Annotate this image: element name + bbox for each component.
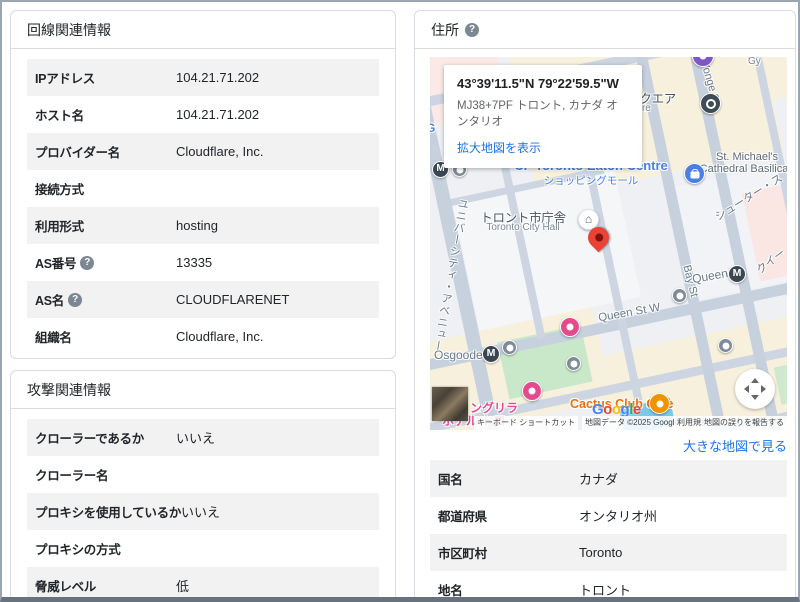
metro-station-icon[interactable]: M <box>728 265 746 283</box>
address-title: 住所 <box>431 20 459 40</box>
row-value: Cloudflare, Inc. <box>176 329 263 344</box>
row-label: 国名 <box>438 469 579 488</box>
map-label-g-fragment: G <box>430 121 435 135</box>
row-value: CLOUDFLARENET <box>176 292 289 307</box>
table-row: IPアドレス 104.21.71.202 <box>27 59 379 96</box>
row-label: AS番号? <box>35 253 176 272</box>
map-attribution-bar: キーボード ショートカット 地図データ ©2025 Google 利用規約 地図… <box>430 416 787 430</box>
row-label: 接続方式 <box>35 179 176 198</box>
line-info-card-body: IPアドレス 104.21.71.202 ホスト名 104.21.71.202 … <box>11 49 395 355</box>
table-row: 地名 トロント <box>430 571 787 602</box>
table-row: 脅威レベル 低 <box>27 567 379 602</box>
restaurant-pin-icon[interactable] <box>649 393 670 414</box>
row-label: IPアドレス <box>35 68 176 87</box>
table-row: プロバイダー名 Cloudflare, Inc. <box>27 133 379 170</box>
table-row: ホスト名 104.21.71.202 <box>27 96 379 133</box>
row-value: 104.21.71.202 <box>176 70 259 85</box>
row-value: 13335 <box>176 255 212 270</box>
row-label: クローラー名 <box>35 465 176 484</box>
row-value: 低 <box>176 576 189 595</box>
row-label: 地名 <box>438 580 579 599</box>
table-row: プロキシを使用しているか いいえ <box>27 493 379 530</box>
row-value: Cloudflare, Inc. <box>176 144 263 159</box>
table-row: 組織名 Cloudflare, Inc. <box>27 318 379 355</box>
pan-control[interactable] <box>735 369 775 409</box>
attack-info-card: 攻撃関連情報 クローラーであるか いいえ クローラー名 プロキシを使用しているか… <box>10 370 396 602</box>
map-data-attribution: 地図データ ©2025 Google <box>582 416 682 430</box>
row-label: クローラーであるか <box>35 428 176 447</box>
row-value: いいえ <box>176 428 215 447</box>
row-label: 組織名 <box>35 327 176 346</box>
map-label-city-hall-en[interactable]: Toronto City Hall <box>458 222 588 233</box>
pan-down-icon[interactable] <box>751 395 759 404</box>
report-map-error-link[interactable]: 地図の誤りを報告する <box>701 416 787 430</box>
row-value: オンタリオ州 <box>579 506 657 525</box>
row-value: いいえ <box>181 502 220 521</box>
ip-lookup-page: 回線関連情報 IPアドレス 104.21.71.202 ホスト名 104.21.… <box>0 0 800 602</box>
map-label-st-michaels-1[interactable]: St. Michael's <box>702 151 787 163</box>
view-larger-map-link[interactable]: 大きな地図で見る <box>430 430 787 459</box>
table-row: 利用形式 hosting <box>27 207 379 244</box>
row-label: プロキシを使用しているか <box>35 502 181 521</box>
subway-entrance-icon[interactable] <box>700 93 721 114</box>
table-row: 市区町村 Toronto <box>430 534 787 571</box>
row-value: Toronto <box>579 545 622 560</box>
pan-right-icon[interactable] <box>761 385 770 393</box>
row-label: プロバイダー名 <box>35 142 176 161</box>
table-row: クローラー名 <box>27 456 379 493</box>
table-row: プロキシの方式 <box>27 530 379 567</box>
help-icon[interactable]: ? <box>80 256 94 270</box>
line-info-card-header: 回線関連情報 <box>11 11 395 49</box>
address-card-body: Little Canada 牛 Gy サンコファ・スクエア Sankofa Sq… <box>415 57 795 602</box>
row-label: ホスト名 <box>35 105 176 124</box>
transit-stop-icon[interactable] <box>718 338 733 353</box>
row-value: カナダ <box>579 469 618 488</box>
table-row: 国名 カナダ <box>430 460 787 497</box>
help-icon[interactable]: ? <box>465 23 479 37</box>
hotel-pin-icon[interactable] <box>522 381 542 401</box>
transit-stop-icon[interactable] <box>566 356 581 371</box>
map-info-card: 43°39'11.5"N 79°22'59.5"W MJ38+7PF トロント,… <box>444 65 642 168</box>
line-info-card: 回線関連情報 IPアドレス 104.21.71.202 ホスト名 104.21.… <box>10 10 396 359</box>
row-label: 都道府県 <box>438 506 579 525</box>
help-icon[interactable]: ? <box>68 293 82 307</box>
coordinates-text: 43°39'11.5"N 79°22'59.5"W <box>457 76 629 91</box>
table-row: AS番号? 13335 <box>27 244 379 281</box>
enlarge-map-link[interactable]: 拡大地図を表示 <box>457 139 541 156</box>
attack-info-card-header: 攻撃関連情報 <box>11 371 395 409</box>
table-row: 都道府県 オンタリオ州 <box>430 497 787 534</box>
attack-info-card-body: クローラーであるか いいえ クローラー名 プロキシを使用しているか いいえ プロ… <box>11 409 395 602</box>
hotel-pin-icon[interactable] <box>560 317 580 337</box>
shopping-pin-icon[interactable] <box>684 163 705 184</box>
metro-station-icon[interactable]: M <box>482 345 500 363</box>
transit-stop-icon[interactable] <box>502 340 517 355</box>
address-card-header: 住所 ? <box>415 11 795 49</box>
row-label: 脅威レベル <box>35 576 176 595</box>
plus-code-address: MJ38+7PF トロント, カナダ オンタリオ <box>457 98 625 130</box>
attack-info-title: 攻撃関連情報 <box>27 380 111 400</box>
row-label: 利用形式 <box>35 216 176 235</box>
pan-up-icon[interactable] <box>751 374 759 383</box>
transit-stop-icon[interactable] <box>672 288 687 303</box>
row-value: 104.21.71.202 <box>176 107 259 122</box>
table-row: 接続方式 <box>27 170 379 207</box>
line-info-title: 回線関連情報 <box>27 20 111 40</box>
map-label-osgoode[interactable]: Osgoode <box>434 348 483 362</box>
google-map-embed[interactable]: Little Canada 牛 Gy サンコファ・スクエア Sankofa Sq… <box>430 57 787 430</box>
row-label: 市区町村 <box>438 543 579 562</box>
row-value: hosting <box>176 218 218 233</box>
table-row: AS名? CLOUDFLARENET <box>27 281 379 318</box>
map-label-gyu-sub[interactable]: Gy <box>748 57 761 67</box>
row-label: プロキシの方式 <box>35 539 176 558</box>
map-block <box>452 165 641 331</box>
row-label: AS名? <box>35 290 176 309</box>
map-label-eaton-sub[interactable]: ショッピングモール <box>496 173 686 188</box>
keyboard-shortcuts-link[interactable]: キーボード ショートカット <box>474 416 578 430</box>
row-value: トロント <box>579 580 631 599</box>
address-card: 住所 ? <box>414 10 796 602</box>
table-row: クローラーであるか いいえ <box>27 419 379 456</box>
pan-left-icon[interactable] <box>740 385 749 393</box>
